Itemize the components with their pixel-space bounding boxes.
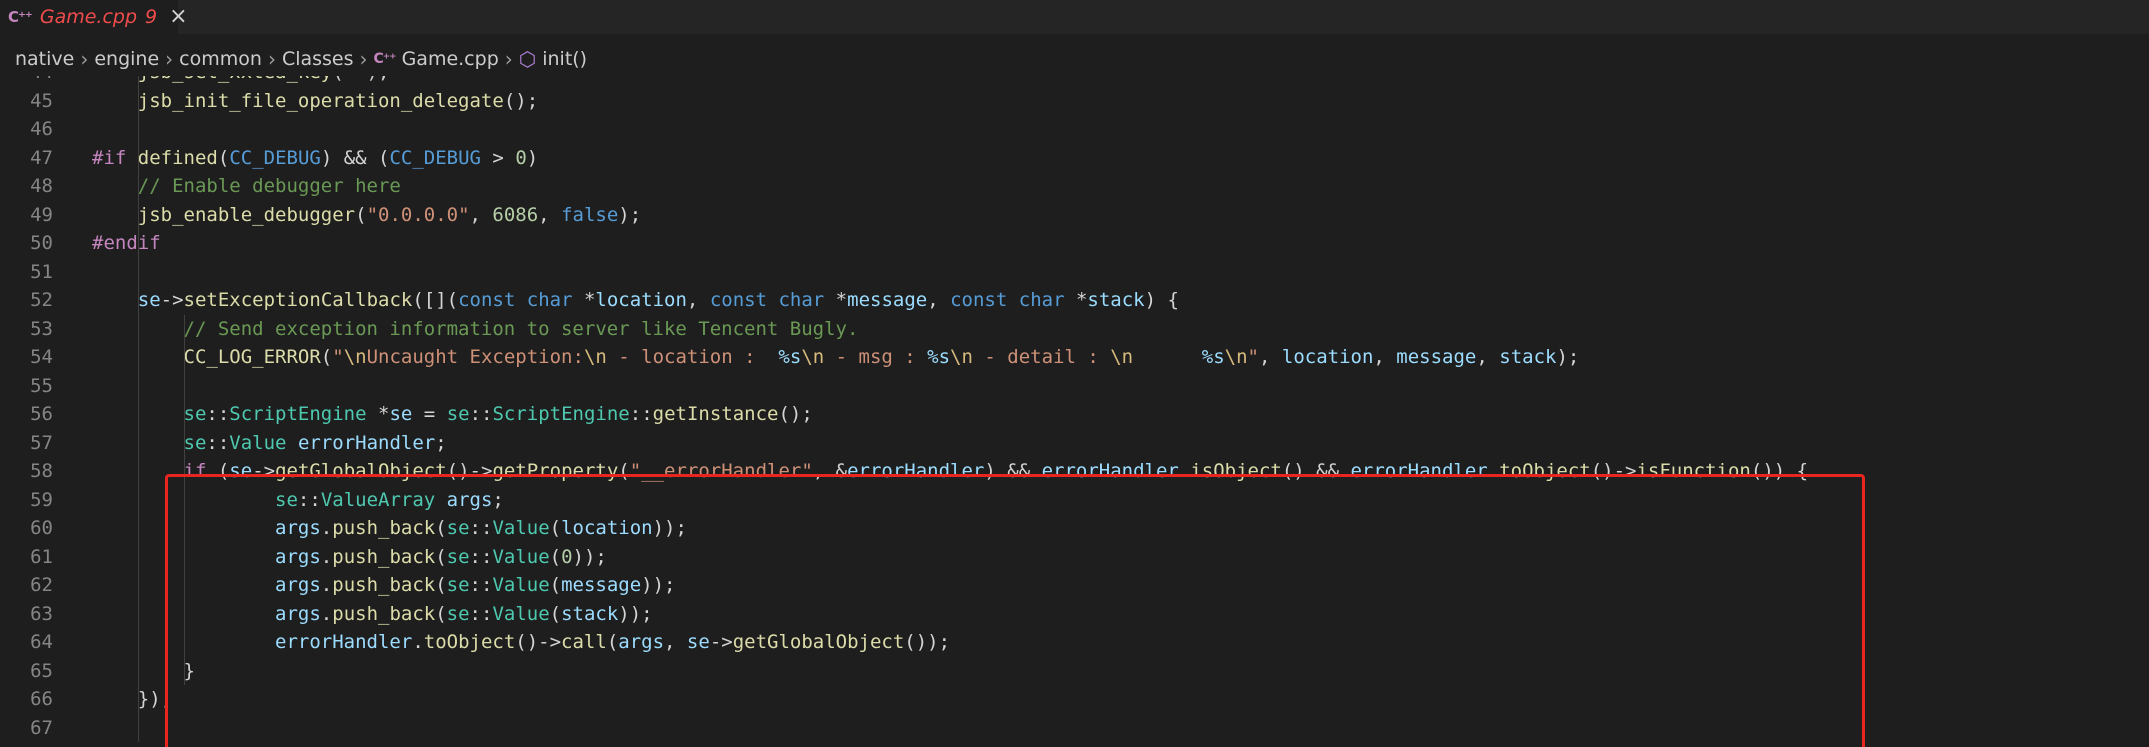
code-line[interactable]: 59 se::ValueArray args; — [0, 486, 2149, 515]
line-code: #endif — [92, 232, 161, 254]
line-number: 59 — [30, 488, 53, 511]
code-line[interactable]: 65 } — [0, 657, 2149, 686]
code-line[interactable]: 57 se::Value errorHandler; — [0, 429, 2149, 458]
chevron-right-icon: › — [504, 47, 513, 71]
line-code: args.push_back(se::Value(0)); — [275, 545, 607, 568]
code-line[interactable]: 61 args.push_back(se::Value(0)); — [0, 543, 2149, 572]
tab-bar: C⁺⁺ Game.cpp 9 × — [0, 0, 2149, 34]
code-line[interactable]: 64 errorHandler.toObject()->call(args, s… — [0, 628, 2149, 657]
line-number: 48 — [30, 175, 53, 197]
code-line[interactable]: 51 — [0, 258, 2149, 287]
line-number: 51 — [30, 260, 53, 283]
line-number: 61 — [30, 545, 53, 568]
indent-guide — [137, 76, 139, 742]
line-code: } — [92, 659, 195, 682]
problems-count: 9 — [145, 6, 158, 28]
breadcrumb-classes[interactable]: Classes — [282, 48, 354, 70]
code-line[interactable]: 49 jsb_enable_debugger("0.0.0.0", 6086, … — [0, 201, 2149, 230]
line-number: 47 — [30, 146, 53, 169]
breadcrumb: native › engine › common › Classes › C⁺⁺… — [0, 44, 2149, 74]
code-line[interactable]: 66 }); — [0, 685, 2149, 714]
breadcrumb-engine[interactable]: engine — [94, 48, 159, 70]
line-number: 67 — [30, 716, 53, 739]
code-line[interactable]: 67 — [0, 714, 2149, 743]
code-line[interactable]: 56 se::ScriptEngine *se = se::ScriptEngi… — [0, 400, 2149, 429]
line-number: 66 — [30, 688, 53, 710]
code-line[interactable]: 52 se->setExceptionCallback([](const cha… — [0, 286, 2149, 315]
line-number: 53 — [30, 317, 53, 340]
code-line[interactable]: 58 if (se->getGlobalObject()->getPropert… — [0, 457, 2149, 486]
breadcrumb-native[interactable]: native — [15, 48, 74, 70]
line-code: args.push_back(se::Value(location)); — [275, 517, 687, 539]
line-number: 55 — [30, 374, 53, 397]
code-line[interactable]: 53 // Send exception information to serv… — [0, 315, 2149, 344]
code-line[interactable]: 48 // Enable debugger here — [0, 172, 2149, 201]
chevron-right-icon: › — [165, 47, 174, 71]
line-number: 62 — [30, 574, 53, 596]
line-number: 46 — [30, 118, 53, 140]
line-number: 50 — [30, 232, 53, 254]
chevron-right-icon: › — [80, 47, 89, 71]
tab-title: Game.cpp — [39, 6, 138, 28]
line-code: args.push_back(se::Value(message)); — [275, 574, 676, 596]
line-number: 60 — [30, 517, 53, 539]
line-code: CC_LOG_ERROR("\nUncaught Exception:\n - … — [183, 346, 1580, 368]
line-number: 56 — [30, 403, 53, 425]
line-code: // Send exception information to server … — [92, 317, 859, 340]
line-number: 54 — [30, 346, 53, 368]
line-code: jsb_set_xxtea_key(""); — [92, 76, 390, 87]
line-code: args.push_back(se::Value(stack)); — [275, 602, 653, 625]
line-number: 44 — [0, 76, 53, 87]
line-code: if (se->getGlobalObject()->getProperty("… — [183, 460, 1809, 482]
code-line[interactable]: 47 #if defined(CC_DEBUG) && (CC_DEBUG > 0… — [0, 144, 2149, 173]
line-number: 58 — [30, 460, 53, 482]
line-code: }); — [92, 688, 173, 710]
line-code: se::Value errorHandler; — [183, 431, 447, 454]
chevron-right-icon: › — [359, 47, 368, 71]
line-number: 49 — [30, 203, 53, 226]
line-code: errorHandler.toObject()->call(args, se->… — [275, 631, 951, 653]
line-number: 64 — [30, 631, 53, 653]
code-line[interactable]: 55 — [0, 372, 2149, 401]
line-code: se::ScriptEngine *se = se::ScriptEngine:… — [183, 403, 813, 425]
code-line[interactable]: 50 #endif — [0, 229, 2149, 258]
close-icon[interactable]: × — [169, 6, 187, 28]
code-line[interactable]: 54 CC_LOG_ERROR("\nUncaught Exception:\n… — [0, 343, 2149, 372]
indent-guide — [183, 314, 185, 685]
line-number: 45 — [30, 89, 53, 112]
line-number: 52 — [30, 289, 53, 311]
line-code: #if defined(CC_DEBUG) && (CC_DEBUG > 0) — [92, 146, 539, 169]
code-line[interactable]: 62 args.push_back(se::Value(message)); — [0, 571, 2149, 600]
code-line[interactable]: 45 jsb_init_file_operation_delegate(); — [0, 87, 2149, 116]
chevron-right-icon: › — [267, 47, 276, 71]
line-number: 65 — [30, 659, 53, 682]
tab-game-cpp[interactable]: C⁺⁺ Game.cpp 9 × — [0, 0, 188, 34]
code-line[interactable]: 44 jsb_set_xxtea_key(""); — [0, 76, 2149, 87]
cpp-file-icon: C⁺⁺ — [8, 8, 33, 26]
method-cube-icon: ⬡ — [518, 47, 537, 71]
line-number: 63 — [30, 602, 53, 625]
code-editor[interactable]: 44 jsb_set_xxtea_key("");45 jsb_init_fil… — [0, 76, 2149, 747]
line-code: se::ValueArray args; — [275, 488, 504, 511]
code-line[interactable]: 46 — [0, 115, 2149, 144]
line-number: 57 — [30, 431, 53, 454]
code-line[interactable]: 60 args.push_back(se::Value(location)); — [0, 514, 2149, 543]
cpp-file-icon: C⁺⁺ — [373, 51, 397, 67]
line-code: jsb_enable_debugger("0.0.0.0", 6086, fal… — [137, 203, 642, 226]
line-code: se->setExceptionCallback([](const char *… — [137, 289, 1179, 311]
breadcrumb-common[interactable]: common — [179, 48, 262, 70]
code-line[interactable]: 63 args.push_back(se::Value(stack)); — [0, 600, 2149, 629]
breadcrumb-game-cpp[interactable]: Game.cpp — [402, 48, 499, 70]
breadcrumb-init[interactable]: init() — [542, 48, 587, 70]
line-code: jsb_init_file_operation_delegate(); — [137, 89, 539, 112]
